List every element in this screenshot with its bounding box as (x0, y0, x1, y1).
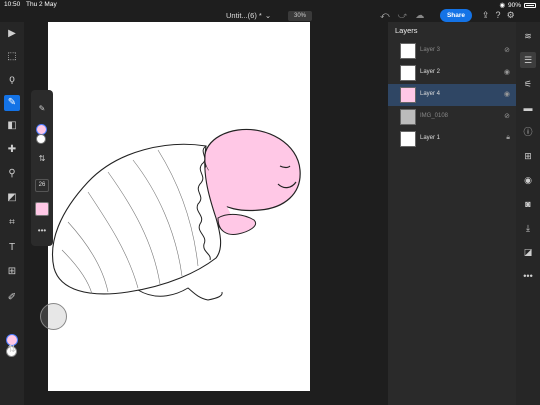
crop-icon[interactable]: ⌗ (4, 215, 20, 231)
layer-thumbnail (400, 43, 416, 59)
settings-gear-icon[interactable]: ⚙ (507, 10, 515, 21)
layer-row[interactable]: Layer 1 🔒︎ (388, 128, 516, 150)
left-toolbar: ▶ ⬚ ϙ ✎ ◧ ✚ ⚲ ◩ ⌗ T ⊞ ✐ ⇅ (0, 22, 24, 405)
layer-thumbnail (400, 109, 416, 125)
info-icon[interactable]: ⓘ (520, 124, 536, 140)
status-date: Thu 2 May (26, 1, 57, 8)
place-image-icon[interactable]: ⊞ (4, 264, 20, 280)
adjustments-icon[interactable]: ⚟ (520, 76, 536, 92)
help-icon[interactable]: ? (496, 10, 501, 21)
brush-color-swatch[interactable] (35, 202, 49, 216)
fill-icon[interactable]: ◪ (520, 244, 536, 260)
undo-icon[interactable]: ⤺ (380, 10, 390, 21)
export-icon[interactable]: ⇪ (482, 10, 490, 21)
brush-size-value[interactable]: 26 (35, 179, 49, 192)
brush-settings-flyout: ✎ ⇅ 26 ••• (31, 90, 53, 246)
comments-icon[interactable]: ▬ (520, 100, 536, 116)
more-options-icon[interactable]: ••• (31, 226, 53, 235)
layer-row[interactable]: Layer 3 ⊘ (388, 40, 516, 62)
paint-bucket-icon[interactable]: ◩ (4, 190, 20, 206)
type-icon[interactable]: T (4, 240, 20, 256)
zoom-level[interactable]: 30% (288, 11, 312, 21)
layer-name: Layer 1 (420, 135, 441, 141)
battery-icon (524, 2, 536, 8)
visibility-icon[interactable]: ◉ (520, 172, 536, 188)
healing-icon[interactable]: ✚ (4, 142, 20, 158)
artboard[interactable] (48, 22, 310, 391)
layer-name: Layer 4 (420, 91, 441, 97)
lasso-icon[interactable]: ϙ (4, 72, 20, 88)
top-right-icons: ⇪ ? ⚙ (482, 10, 515, 21)
redo-icon[interactable]: ⤻ (398, 10, 408, 21)
merge-icon[interactable]: ⤓ (520, 220, 536, 236)
document-title[interactable]: Untit...(6) * ⌄ (226, 11, 271, 20)
eye-icon[interactable]: ◉ (504, 68, 510, 76)
layer-stack-icon[interactable]: ☰ (520, 52, 536, 68)
layer-name: Layer 3 (420, 47, 441, 53)
share-button[interactable]: Share (440, 9, 472, 22)
touch-shortcut-button[interactable] (40, 303, 67, 330)
eye-icon[interactable]: ◉ (504, 90, 510, 98)
layers-panel-title: Layers (395, 26, 418, 35)
right-toolbar: ≋ ☰ ⚟ ▬ ⓘ ⊞ ◉ ◙ ⤓ ◪ ••• (516, 22, 540, 405)
more-icon[interactable]: ••• (520, 268, 536, 284)
brush-preset-icon[interactable]: ✎ (31, 104, 53, 113)
brush-icon[interactable]: ✎ (4, 95, 20, 111)
layer-thumbnail (400, 131, 416, 147)
layer-row[interactable]: IMG_0108 ⊘ (388, 106, 516, 128)
flyout-secondary-color[interactable] (36, 134, 46, 144)
layer-row-selected[interactable]: Layer 4 ◉ (388, 84, 516, 106)
layer-name: IMG_0108 (420, 113, 449, 119)
drawing-illustration (51, 128, 301, 301)
chevron-down-icon: ⌄ (264, 11, 272, 20)
eye-hidden-icon[interactable]: ⊘ (504, 46, 510, 54)
eyedropper-icon[interactable]: ✐ (4, 290, 20, 306)
swap-colors-icon[interactable]: ⇅ (4, 342, 20, 358)
layer-row[interactable]: Layer 2 ◉ (388, 62, 516, 84)
document-title-label: Untit...(6) * (226, 11, 262, 20)
status-time: 10:50 (4, 1, 21, 8)
add-layer-icon[interactable]: ⊞ (520, 148, 536, 164)
swap-colors-icon[interactable]: ⇅ (31, 154, 53, 163)
history-controls: ⤺ ⤻ ☁ (380, 10, 424, 21)
eye-hidden-icon[interactable]: ⊘ (504, 112, 510, 120)
layer-thumbnail (400, 87, 416, 103)
lock-icon[interactable]: 🔒︎ (506, 134, 510, 142)
cloud-icon[interactable]: ☁ (415, 10, 424, 21)
layers-icon[interactable]: ≋ (520, 28, 536, 44)
select-arrow-icon[interactable]: ▶ (4, 26, 20, 42)
eraser-icon[interactable]: ◧ (4, 118, 20, 134)
transform-icon[interactable]: ⬚ (4, 49, 20, 65)
layer-name: Layer 2 (420, 69, 441, 75)
mask-icon[interactable]: ◙ (520, 196, 536, 212)
clone-stamp-icon[interactable]: ⚲ (4, 166, 20, 182)
layers-panel: Layers Layer 3 ⊘ Layer 2 ◉ Layer 4 ◉ IMG… (388, 22, 516, 405)
layer-thumbnail (400, 65, 416, 81)
